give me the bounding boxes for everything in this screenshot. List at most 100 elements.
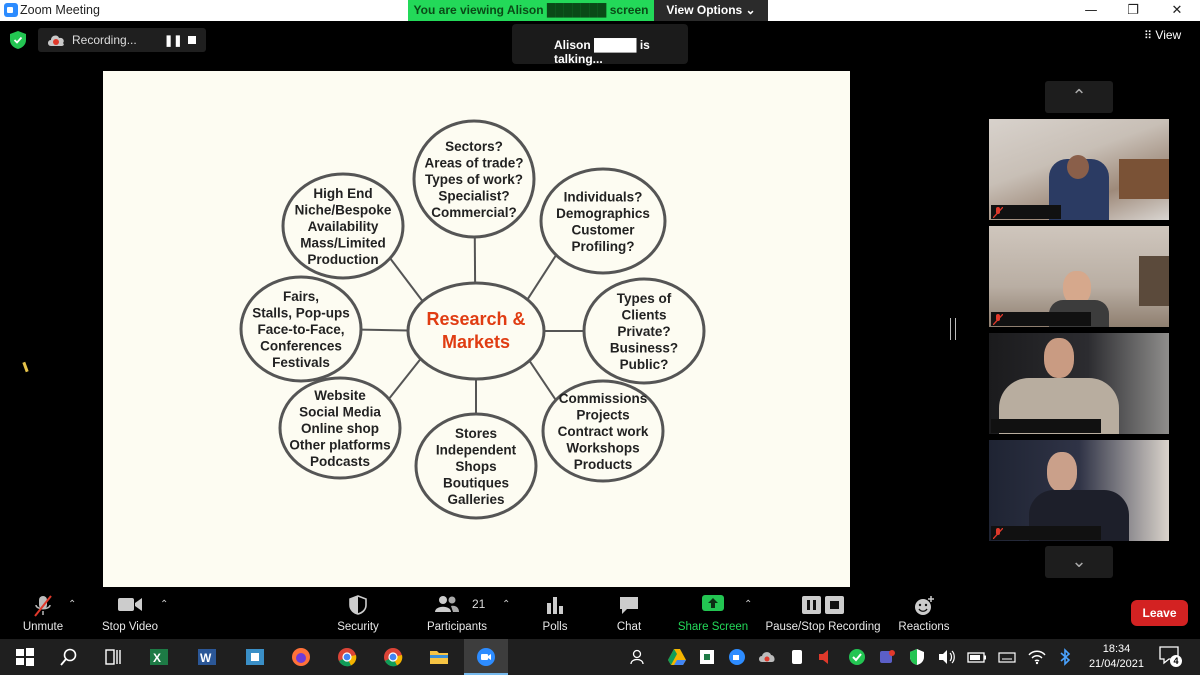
wifi-icon[interactable]	[1026, 647, 1048, 667]
zoom-tray-icon[interactable]	[726, 647, 748, 667]
share-screen-button[interactable]: Share Screen	[676, 589, 750, 639]
close-button[interactable]: ✕	[1154, 0, 1200, 21]
keyboard-icon[interactable]	[996, 647, 1018, 667]
topic-node-text: Niche/Bespoke	[295, 203, 392, 218]
topic-node-text: Specialist?	[438, 189, 509, 204]
people-icon[interactable]	[628, 647, 650, 667]
search-icon[interactable]	[58, 647, 80, 667]
view-layout-button[interactable]: ⠿ View	[1144, 28, 1194, 44]
topic-node-text: Website	[314, 388, 366, 403]
video-camera-icon	[118, 598, 142, 611]
topic-node-text: Conferences	[260, 339, 342, 354]
zoom-icon	[477, 648, 495, 666]
defender-shield-icon[interactable]	[906, 647, 928, 667]
participants-icon	[435, 596, 459, 612]
clock-time: 18:34	[1102, 643, 1131, 655]
participant-video-3[interactable]	[989, 333, 1169, 434]
audio-device-icon[interactable]	[814, 647, 836, 667]
topic-node-text: Individuals?	[564, 189, 643, 204]
security-button[interactable]: Security	[328, 589, 388, 639]
firefox-icon[interactable]	[290, 647, 312, 667]
topic-node-text: Festivals	[272, 355, 330, 370]
topic-node-text: Profiling?	[572, 239, 635, 254]
topic-node-text: Products	[574, 457, 633, 472]
topic-node-text: Fairs,	[283, 289, 319, 304]
muted-mic-icon	[993, 528, 1003, 539]
chrome-profile-icon[interactable]	[382, 647, 404, 667]
participant-video-4[interactable]	[989, 440, 1169, 541]
excel-icon[interactable]: X	[148, 647, 170, 667]
polls-bar-chart-icon	[547, 597, 563, 614]
scroll-down-arrow[interactable]: ⌄	[1045, 546, 1113, 578]
reactions-smiley-icon	[915, 596, 934, 615]
center-node-ellipse	[406, 281, 546, 381]
task-view-icon[interactable]	[102, 647, 124, 667]
encryption-shield-icon[interactable]	[10, 31, 26, 49]
chat-button[interactable]: Chat	[606, 589, 652, 639]
polls-button[interactable]: Polls	[530, 589, 580, 639]
battery-icon[interactable]	[966, 647, 988, 667]
notification-count-badge: 4	[1170, 655, 1182, 667]
topic-node-text: Areas of trade?	[424, 156, 523, 171]
svg-text:W: W	[200, 651, 212, 665]
window-title: Zoom Meeting	[20, 3, 100, 17]
cloud-tray-icon[interactable]	[756, 647, 778, 667]
restore-button[interactable]: ❐	[1110, 0, 1156, 21]
taskbar-clock[interactable]: 18:34 21/04/2021	[1089, 642, 1144, 672]
google-drive-icon[interactable]	[666, 647, 688, 667]
participants-options-caret[interactable]: ⌃	[502, 599, 510, 610]
topic-node-text: Social Media	[299, 405, 381, 420]
topic-node-text: Stores	[455, 426, 497, 441]
topic-node-text: Boutiques	[443, 476, 509, 491]
bluetooth-icon[interactable]	[1054, 647, 1076, 667]
doorway	[1139, 256, 1169, 306]
reactions-button[interactable]: Reactions	[896, 589, 952, 639]
usb-device-icon[interactable]	[786, 647, 808, 667]
audio-options-caret[interactable]: ⌃	[68, 599, 76, 610]
notifications-button[interactable]: 4	[1158, 645, 1182, 669]
topic-node-ellipse	[539, 167, 667, 275]
participant-video-1[interactable]	[989, 119, 1169, 220]
participants-button[interactable]: 21 Participants	[420, 589, 494, 639]
topic-node-text: Clients	[621, 308, 666, 323]
active-speaker-indicator: Alison █████ is talking...	[512, 24, 688, 66]
topic-node-text: Private?	[617, 324, 670, 339]
topic-node-text: Types of	[617, 291, 672, 306]
scroll-up-arrow[interactable]: ⌃	[1045, 81, 1113, 113]
leave-meeting-button[interactable]: Leave	[1131, 600, 1188, 626]
shared-slide: Research & Markets Sectors? Areas of trade?…	[103, 71, 850, 587]
teams-tray-icon[interactable]	[876, 647, 898, 667]
tray-app-icon[interactable]	[696, 647, 718, 667]
pause-stop-recording-button[interactable]: Pause/Stop Recording	[764, 589, 882, 639]
viewing-screen-banner: You are viewing Alison ███████ screen	[408, 0, 654, 21]
publisher-icon[interactable]	[244, 647, 266, 667]
muted-mic-icon	[993, 314, 1003, 325]
topic-node-text: Availability	[308, 219, 379, 234]
mind-map-diagram: Research & Markets Sectors? Areas of trade?…	[239, 119, 706, 520]
security-label: Security	[337, 621, 379, 633]
video-options-caret[interactable]: ⌃	[160, 599, 168, 610]
cabinet	[1119, 159, 1169, 199]
panel-splitter-handle[interactable]	[950, 318, 956, 340]
volume-icon[interactable]	[936, 647, 958, 667]
windows-start-icon[interactable]	[14, 647, 36, 667]
stop-video-button[interactable]: Stop Video	[96, 589, 164, 639]
pause-stop-recording-label: Pause/Stop Recording	[765, 621, 881, 633]
minimize-button[interactable]: —	[1068, 0, 1114, 21]
chrome-icon[interactable]	[336, 647, 358, 667]
person-head	[1047, 452, 1077, 492]
stop-recording-button[interactable]	[188, 36, 196, 44]
unmute-button[interactable]: Unmute	[10, 589, 76, 639]
word-icon[interactable]: W	[196, 647, 218, 667]
pause-recording-button[interactable]: ❚❚	[164, 34, 182, 47]
view-options-button[interactable]: View Options ⌄	[654, 0, 768, 21]
share-options-caret[interactable]: ⌃	[744, 599, 752, 610]
participant-video-2[interactable]	[989, 226, 1169, 327]
sync-tray-icon[interactable]	[846, 647, 868, 667]
recording-indicator: Recording... ❚❚	[38, 28, 206, 52]
file-explorer-icon[interactable]	[428, 647, 450, 667]
topic-node-text: Other platforms	[289, 438, 390, 453]
reactions-label: Reactions	[898, 621, 950, 633]
zoom-taskbar-button[interactable]	[464, 639, 508, 675]
muted-mic-icon	[993, 207, 1003, 218]
